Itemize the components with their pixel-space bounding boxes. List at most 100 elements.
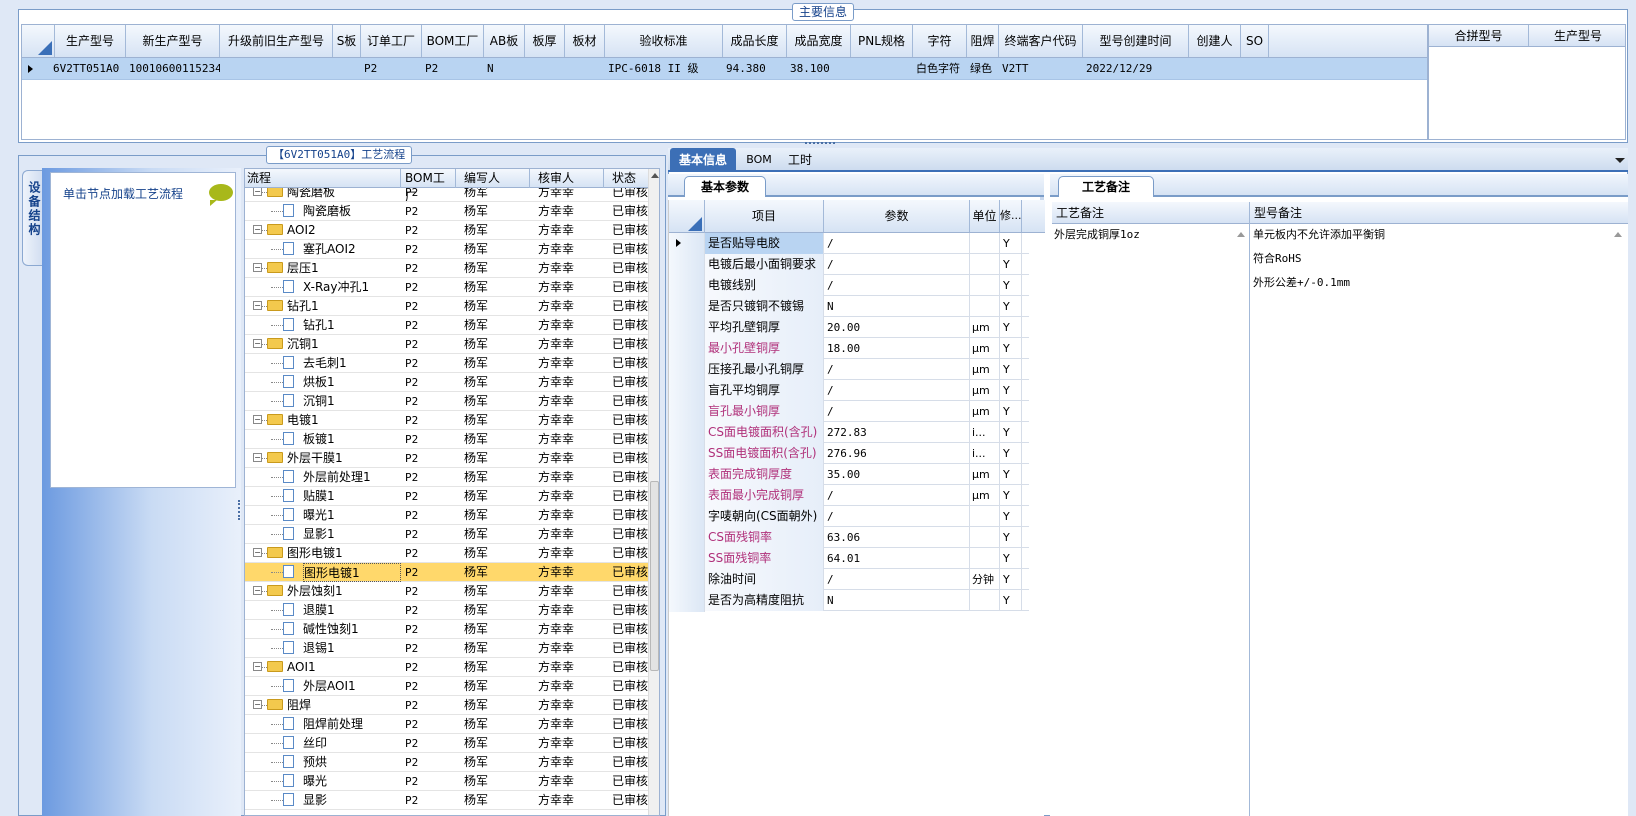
tab-work-hours[interactable]: 工时 (780, 148, 820, 172)
param-row[interactable]: 电镀线别 / Y (669, 275, 1029, 297)
col-model-note[interactable]: 型号备注 (1250, 202, 1628, 224)
model-note-box[interactable]: 单元板内不允许添加平衡铜 符合RoHS 外形公差+/-0.1mm (1250, 224, 1628, 816)
tree-scrollbar[interactable] (648, 169, 659, 815)
main-col-3[interactable]: S板 (333, 25, 361, 57)
param-row[interactable]: 表面完成铜厚度 35.00 μm Y (669, 464, 1029, 486)
tree-collapse-toggle[interactable]: − (253, 188, 264, 202)
main-cell-4[interactable]: P2 (361, 58, 422, 79)
flow-tree-row[interactable]: − 电镀1 P2 杨军 方幸幸 已审核 (245, 411, 650, 430)
main-cell-5[interactable]: P2 (422, 58, 484, 79)
main-col-6[interactable]: AB板 (484, 25, 525, 57)
main-col-8[interactable]: 板材 (565, 25, 605, 57)
main-cell-2[interactable] (220, 58, 333, 79)
col-flow[interactable]: 流程 (245, 169, 401, 188)
row-selector[interactable] (669, 485, 705, 507)
col-bom-factory[interactable]: BOM工厂 (401, 169, 456, 204)
row-selector[interactable] (669, 233, 705, 255)
main-col-10[interactable]: 成品长度 (723, 25, 787, 57)
model-note-scroll-up-icon[interactable] (1614, 232, 1622, 237)
param-row[interactable]: SS面电镀面积(含孔) 276.96 i... Y (669, 443, 1029, 465)
row-selector[interactable] (669, 590, 705, 612)
flow-tree-row[interactable]: 曝光1 P2 杨军 方幸幸 已审核 (245, 506, 650, 525)
row-selector[interactable] (669, 317, 705, 339)
main-cell-16[interactable]: 2022/12/29 (1083, 58, 1189, 79)
row-selector[interactable] (669, 401, 705, 423)
flow-tree-row[interactable]: 图形电镀1 P2 杨军 方幸幸 已审核 (245, 563, 650, 582)
row-selector[interactable] (669, 422, 705, 444)
main-col-16[interactable]: 型号创建时间 (1083, 25, 1189, 57)
main-cell-0[interactable]: 6V2TT051A0 (53, 58, 124, 79)
flow-tree-row[interactable]: 陶瓷磨板 P2 杨军 方幸幸 已审核 (245, 202, 650, 221)
flow-tree-row[interactable]: 退膜1 P2 杨军 方幸幸 已审核 (245, 601, 650, 620)
flow-tree-row[interactable]: 显影1 P2 杨军 方幸幸 已审核 (245, 525, 650, 544)
main-col-5[interactable]: BOM工厂 (422, 25, 484, 57)
main-cell-3[interactable] (333, 58, 361, 79)
flow-tree-row[interactable]: 曝光 P2 杨军 方幸幸 已审核 (245, 772, 650, 791)
basic-params-grid[interactable]: 项目 参数 单位 修... 是否贴导电胶 / Y 电镀后最小面铜要求 / Y 电镀线别 / Y 是… (668, 200, 1045, 816)
row-selector[interactable] (669, 464, 705, 486)
col-status[interactable]: 状态 (604, 169, 650, 188)
param-row[interactable]: CS面残铜率 63.06 Y (669, 527, 1029, 549)
main-cell-6[interactable]: N (484, 58, 525, 79)
param-row[interactable]: 平均孔壁铜厚 20.00 μm Y (669, 317, 1029, 339)
main-col-1[interactable]: 新生产型号 (126, 25, 220, 57)
flow-tree-row[interactable]: 烘板1 P2 杨军 方幸幸 已审核 (245, 373, 650, 392)
main-col-0[interactable]: 生产型号 (55, 25, 126, 57)
param-row[interactable]: 表面最小完成铜厚 / μm Y (669, 485, 1029, 507)
param-row[interactable]: 除油时间 / 分钟 Y (669, 569, 1029, 591)
main-cell-18[interactable] (1241, 58, 1269, 79)
row-selector[interactable] (669, 338, 705, 360)
row-selector[interactable] (669, 527, 705, 549)
tree-collapse-toggle[interactable]: − (253, 335, 264, 354)
tab-dropdown-icon[interactable] (1615, 158, 1625, 163)
tree-collapse-toggle[interactable]: − (253, 696, 264, 715)
flow-tree-row[interactable]: X-Ray冲孔1 P2 杨军 方幸幸 已审核 (245, 278, 650, 297)
flow-tree-row[interactable]: − 图形电镀1 P2 杨军 方幸幸 已审核 (245, 544, 650, 563)
param-row[interactable]: 是否只镀铜不镀锡 N Y (669, 296, 1029, 318)
col-value[interactable]: 参数 (824, 200, 970, 232)
tree-collapse-toggle[interactable]: − (253, 221, 264, 240)
flow-tree-row[interactable]: 外层AOI1 P2 杨军 方幸幸 已审核 (245, 677, 650, 696)
main-cell-7[interactable] (525, 58, 565, 79)
process-note-scroll-up-icon[interactable] (1237, 232, 1245, 237)
col-modify[interactable]: 修... (1000, 200, 1022, 232)
splitter-handle[interactable] (805, 142, 835, 145)
param-row[interactable]: 最小孔壁铜厚 18.00 μm Y (669, 338, 1029, 360)
tree-collapse-toggle[interactable]: − (253, 582, 264, 601)
production-col-header[interactable]: 生产型号 (1529, 25, 1627, 46)
flow-tree-row[interactable]: − AOI2 P2 杨军 方幸幸 已审核 (245, 221, 650, 240)
tree-collapse-toggle[interactable]: − (253, 411, 264, 430)
col-process-note[interactable]: 工艺备注 (1052, 202, 1250, 224)
main-cell-1[interactable]: 10010600115234 (126, 58, 220, 79)
param-row[interactable]: 是否为高精度阻抗 N Y (669, 590, 1029, 612)
flow-tree-row[interactable]: 预烘 P2 杨军 方幸幸 已审核 (245, 753, 650, 772)
main-col-15[interactable]: 终端客户代码 (999, 25, 1083, 57)
tree-collapse-toggle[interactable]: − (253, 544, 264, 563)
flow-tree-row[interactable]: − 外层蚀刻1 P2 杨军 方幸幸 已审核 (245, 582, 650, 601)
col-unit[interactable]: 单位 (970, 200, 1000, 232)
flow-tree-row[interactable]: − AOI1 P2 杨军 方幸幸 已审核 (245, 658, 650, 677)
main-col-12[interactable]: PNL规格 (851, 25, 913, 57)
flow-tree-row[interactable]: − 钻孔1 P2 杨军 方幸幸 已审核 (245, 297, 650, 316)
col-reviewer[interactable]: 核审人 (530, 169, 604, 188)
main-cell-9[interactable]: IPC-6018 II 级 (605, 58, 723, 79)
main-col-17[interactable]: 创建人 (1189, 25, 1241, 57)
flow-tree-grid[interactable]: 流程 BOM工厂 编写人 核审人 状态 − 陶瓷磨板 P2 杨军 方幸幸 已审核 陶瓷磨板 P… (244, 168, 660, 816)
flow-tree-row[interactable]: 钻孔1 P2 杨军 方幸幸 已审核 (245, 316, 650, 335)
flow-tree-row[interactable]: 碱性蚀刻1 P2 杨军 方幸幸 已审核 (245, 620, 650, 639)
main-grid[interactable]: 生产型号 新生产型号 升级前旧生产型号 S板 订单工厂 BOM工厂 AB板 板厚 板材 验收标准成… (21, 24, 1428, 140)
flow-tree-row[interactable]: 外层前处理1 P2 杨军 方幸幸 已审核 (245, 468, 650, 487)
param-row[interactable]: 是否贴导电胶 / Y (669, 233, 1029, 255)
row-selector[interactable] (669, 275, 705, 297)
param-row[interactable]: 电镀后最小面铜要求 / Y (669, 254, 1029, 276)
scroll-up-icon[interactable] (651, 173, 659, 178)
flow-tree-row[interactable]: − 阻焊 P2 杨军 方幸幸 已审核 (245, 696, 650, 715)
flow-tree-row[interactable]: − 陶瓷磨板 P2 杨军 方幸幸 已审核 (245, 188, 650, 202)
main-col-14[interactable]: 阻焊 (967, 25, 999, 57)
flow-tree-row[interactable]: − 层压1 P2 杨军 方幸幸 已审核 (245, 259, 650, 278)
main-col-13[interactable]: 字符 (913, 25, 967, 57)
row-selector[interactable] (669, 506, 705, 528)
row-selector[interactable] (669, 569, 705, 591)
row-selector[interactable] (669, 380, 705, 402)
flow-tree-row[interactable]: 贴膜1 P2 杨军 方幸幸 已审核 (245, 487, 650, 506)
